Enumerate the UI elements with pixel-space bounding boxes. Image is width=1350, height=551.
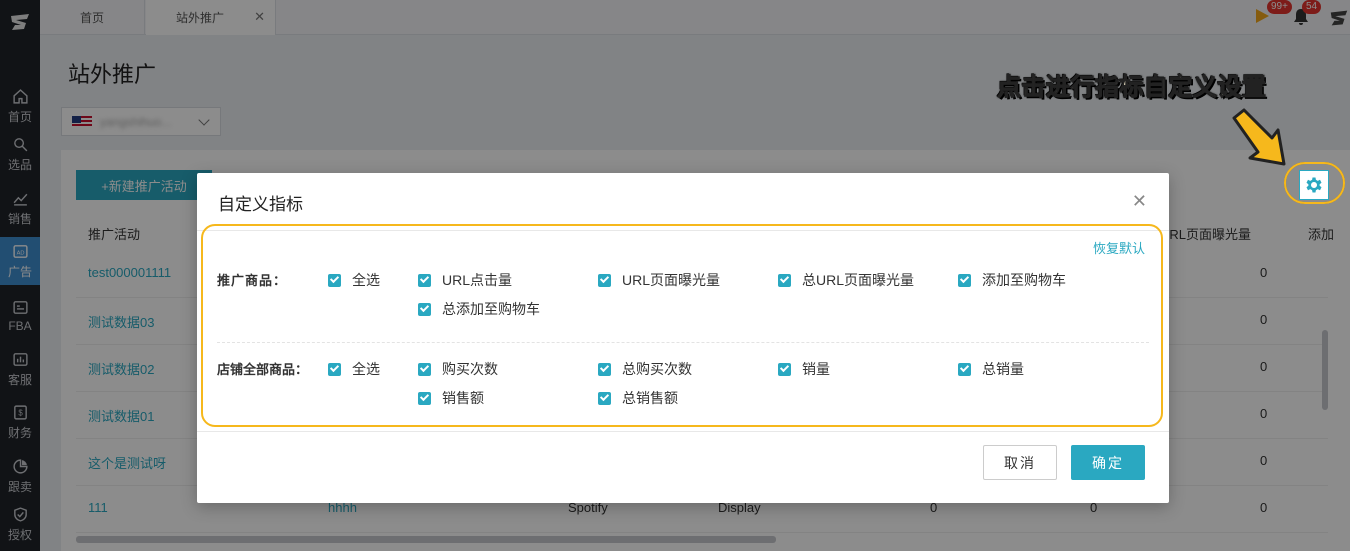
close-icon[interactable]: ✕ [1132, 191, 1147, 212]
cancel-button[interactable]: 取消 [983, 445, 1057, 480]
confirm-button[interactable]: 确定 [1071, 445, 1145, 480]
metrics-highlight-frame [201, 224, 1163, 427]
divider [197, 431, 1169, 432]
callout-text: 点击进行指标自定义设置 [997, 74, 1267, 102]
arrow-icon [1232, 108, 1286, 166]
custom-metrics-dialog: 自定义指标 ✕ 恢复默认 推广商品： 全选 URL点击量 URL页面曝光量 总U… [197, 173, 1169, 503]
gear-highlight-ring [1284, 162, 1345, 204]
dialog-title: 自定义指标 [218, 195, 303, 214]
